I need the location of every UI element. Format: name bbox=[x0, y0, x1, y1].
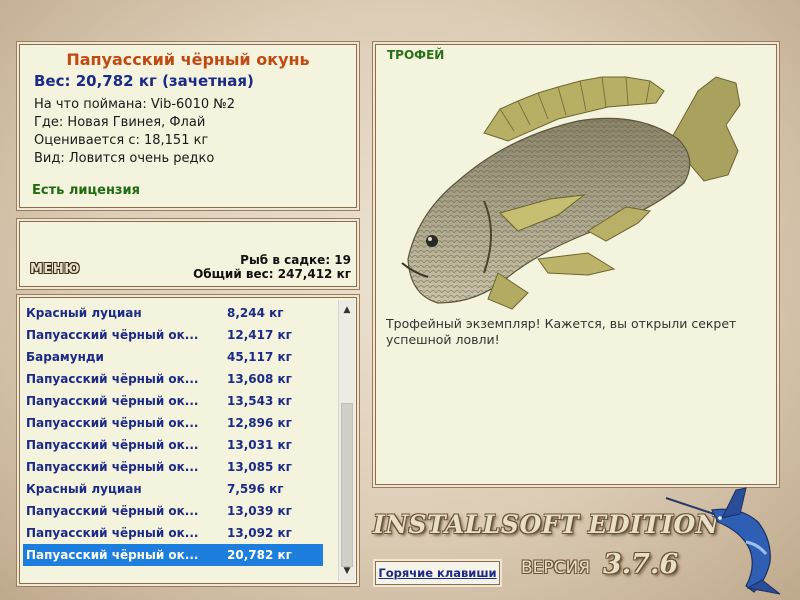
catch-fish-name: Папуасский чёрный ок... bbox=[26, 526, 199, 540]
catch-rows: Красный луциан 8,244 кг Папуасский чёрный … bbox=[20, 302, 338, 566]
catch-list-item[interactable]: Папуасский чёрный ок... 13,039 кг bbox=[23, 500, 323, 522]
catch-list-item[interactable]: Красный луциан 8,244 кг bbox=[23, 302, 323, 324]
catch-fish-name: Папуасский чёрный ок... bbox=[26, 328, 199, 342]
catch-fish-weight: 13,085 кг bbox=[227, 460, 292, 474]
catch-fish-weight: 13,092 кг bbox=[227, 526, 292, 540]
license-status: Есть лицензия bbox=[32, 183, 140, 198]
catch-list-item[interactable]: Папуасский чёрный ок... 20,782 кг bbox=[23, 544, 323, 566]
trophy-panel: ТРОФЕЙ Трофейный экземпляр! Кажется, вы … bbox=[375, 44, 777, 485]
scroll-up-icon[interactable]: ▲ bbox=[339, 302, 355, 318]
scrollbar-thumb[interactable] bbox=[341, 403, 353, 567]
fish-image bbox=[401, 76, 741, 310]
catch-fish-weight: 13,543 кг bbox=[227, 394, 292, 408]
catch-fish-name: Папуасский чёрный ок... bbox=[26, 460, 199, 474]
catch-fish-weight: 13,031 кг bbox=[227, 438, 292, 452]
catch-list-item[interactable]: Папуасский чёрный ок... 13,092 кг bbox=[23, 522, 323, 544]
catch-fish-weight: 12,896 кг bbox=[227, 416, 292, 430]
catch-fish-weight: 20,782 кг bbox=[227, 548, 292, 562]
catch-fish-name: Папуасский чёрный ок... bbox=[26, 548, 199, 562]
catch-fish-weight: 13,608 кг bbox=[227, 372, 292, 386]
total-weight: Общий вес: 247,412 кг bbox=[193, 267, 351, 281]
version-label: ВЕРСИЯ bbox=[521, 558, 591, 578]
location-info: Где: Новая Гвинея, Флай bbox=[34, 115, 206, 130]
catch-fish-name: Папуасский чёрный ок... bbox=[26, 504, 199, 518]
catch-fish-name: Красный луциан bbox=[26, 482, 142, 496]
catch-list-item[interactable]: Папуасский чёрный ок... 13,085 кг bbox=[23, 456, 323, 478]
catch-fish-name: Папуасский чёрный ок... bbox=[26, 438, 199, 452]
bait-info: На что поймана: Vib-6010 №2 bbox=[34, 97, 236, 112]
catch-list-scrollbar[interactable]: ▲ ▼ bbox=[338, 300, 355, 581]
trophy-label: ТРОФЕЙ bbox=[387, 48, 445, 62]
catch-list-item[interactable]: Барамунди 45,117 кг bbox=[23, 346, 323, 368]
catch-fish-name: Красный луциан bbox=[26, 306, 142, 320]
catch-list-item[interactable]: Красный луциан 7,596 кг bbox=[23, 478, 323, 500]
hotkeys-link[interactable]: Горячие клавиши bbox=[376, 562, 499, 584]
catch-list-item[interactable]: Папуасский чёрный ок... 13,608 кг bbox=[23, 368, 323, 390]
trophy-message: Трофейный экземпляр! Кажется, вы открыли… bbox=[386, 316, 737, 347]
catch-fish-weight: 45,117 кг bbox=[227, 350, 292, 364]
rarity-info: Вид: Ловится очень редко bbox=[34, 151, 215, 166]
catch-list-item[interactable]: Папуасский чёрный ок... 13,031 кг bbox=[23, 434, 323, 456]
catch-list-item[interactable]: Папуасский чёрный ок... 12,417 кг bbox=[23, 324, 323, 346]
catch-fish-weight: 12,417 кг bbox=[227, 328, 292, 342]
catch-fish-name: Барамунди bbox=[26, 350, 104, 364]
keepnet-stats-panel: МЕНЮ Рыб в садке: 19 Общий вес: 247,412 … bbox=[19, 221, 357, 287]
fish-weight: Вес: 20,782 кг (зачетная) bbox=[34, 72, 254, 90]
catch-fish-name: Папуасский чёрный ок... bbox=[26, 416, 199, 430]
fish-info-panel: Папуасский чёрный окунь Вес: 20,782 кг (… bbox=[19, 44, 357, 208]
catch-fish-weight: 13,039 кг bbox=[227, 504, 292, 518]
scroll-down-icon[interactable]: ▼ bbox=[339, 563, 355, 579]
catch-list[interactable]: Красный луциан 8,244 кг Папуасский чёрный … bbox=[19, 297, 357, 584]
catch-fish-name: Папуасский чёрный ок... bbox=[26, 372, 199, 386]
catch-fish-name: Папуасский чёрный ок... bbox=[26, 394, 199, 408]
hotkeys-button[interactable]: Горячие клавиши bbox=[375, 561, 500, 585]
menu-button[interactable]: МЕНЮ bbox=[30, 262, 80, 277]
catch-fish-weight: 7,596 кг bbox=[227, 482, 284, 496]
catch-list-item[interactable]: Папуасский чёрный ок... 13,543 кг bbox=[23, 390, 323, 412]
fish-count: Рыб в садке: 19 bbox=[240, 253, 351, 267]
catch-fish-weight: 8,244 кг bbox=[227, 306, 284, 320]
valued-from-info: Оценивается с: 18,151 кг bbox=[34, 133, 209, 148]
marlin-logo-icon bbox=[665, 487, 781, 595]
fish-name: Папуасский чёрный окунь bbox=[66, 50, 310, 69]
catch-list-item[interactable]: Папуасский чёрный ок... 12,896 кг bbox=[23, 412, 323, 434]
